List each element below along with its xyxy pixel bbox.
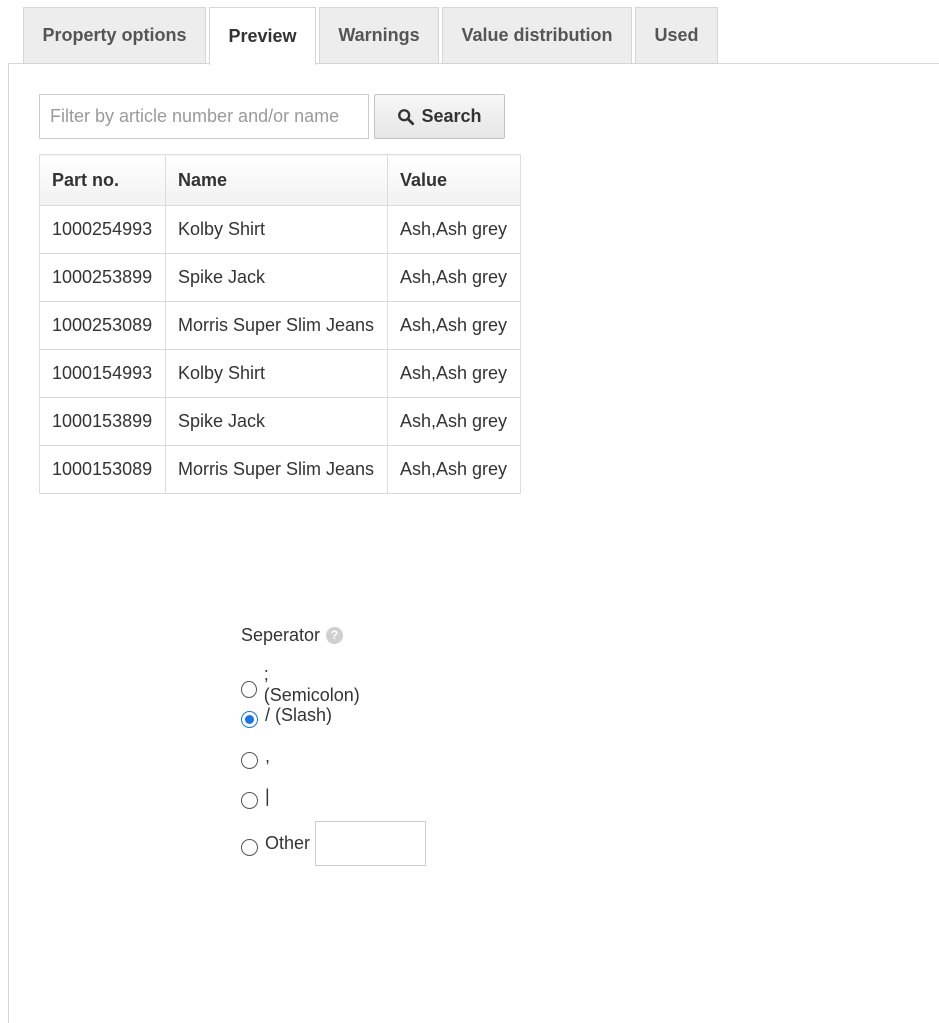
cell-name: Spike Jack [165,397,388,446]
cell-name: Spike Jack [165,253,388,302]
separator-option-semicolon[interactable]: ; (Semicolon) [241,664,361,706]
separator-group: Seperator ? ; (Semicolon) / (Slash) , | … [241,622,427,866]
separator-option-slash[interactable]: / (Slash) [241,705,332,728]
radio-other[interactable] [241,839,258,856]
cell-part-no: 1000254993 [39,205,166,254]
cell-part-no: 1000154993 [39,349,166,398]
tab-used[interactable]: Used [635,7,718,63]
search-button-label: Search [421,106,482,126]
radio-label-semicolon[interactable]: ; (Semicolon) [264,664,361,706]
cell-part-no: 1000153089 [39,445,166,494]
results-table: Part no. Name Value 1000254993 Kolby Shi… [39,154,521,494]
cell-value: Ash,Ash grey [387,205,521,254]
radio-comma[interactable] [241,752,258,769]
cell-value: Ash,Ash grey [387,301,521,350]
separator-label: Seperator [241,624,321,645]
tab-warnings[interactable]: Warnings [319,7,439,63]
question-icon[interactable]: ? [326,626,344,644]
tab-property-options[interactable]: Property options [23,7,206,63]
cell-name: Kolby Shirt [165,349,388,398]
other-separator-input[interactable] [315,821,427,866]
table-row[interactable]: 1000154993 Kolby Shirt Ash,Ash grey [39,349,521,398]
search-button[interactable]: Search [374,94,505,139]
table-row[interactable]: 1000253899 Spike Jack Ash,Ash grey [39,253,521,302]
separator-option-other[interactable]: Other [241,821,427,866]
cell-value: Ash,Ash grey [387,253,521,302]
separator-option-pipe[interactable]: | [241,786,270,809]
table-row[interactable]: 1000253089 Morris Super Slim Jeans Ash,A… [39,301,521,350]
column-header-part-no[interactable]: Part no. [39,154,166,206]
cell-name: Morris Super Slim Jeans [165,445,388,494]
table-row[interactable]: 1000153899 Spike Jack Ash,Ash grey [39,397,521,446]
radio-semicolon[interactable] [241,680,257,698]
cell-value: Ash,Ash grey [387,397,521,446]
column-header-value[interactable]: Value [387,154,521,206]
search-icon [398,108,415,125]
table-row[interactable]: 1000153089 Morris Super Slim Jeans Ash,A… [39,445,521,494]
radio-slash[interactable] [241,711,258,728]
cell-name: Morris Super Slim Jeans [165,301,388,350]
search-input[interactable] [39,94,369,139]
tab-value-distribution[interactable]: Value distribution [442,7,632,63]
column-header-name[interactable]: Name [165,154,388,206]
radio-label-comma[interactable]: , [265,746,270,767]
cell-value: Ash,Ash grey [387,445,521,494]
table-header-row: Part no. Name Value [39,154,521,206]
radio-pipe[interactable] [241,792,258,809]
cell-value: Ash,Ash grey [387,349,521,398]
radio-label-slash[interactable]: / (Slash) [265,705,332,726]
separator-label-row: Seperator ? [241,622,344,648]
cell-part-no: 1000153899 [39,397,166,446]
radio-label-pipe[interactable]: | [265,786,270,807]
cell-name: Kolby Shirt [165,205,388,254]
cell-part-no: 1000253899 [39,253,166,302]
cell-part-no: 1000253089 [39,301,166,350]
table-row[interactable]: 1000254993 Kolby Shirt Ash,Ash grey [39,205,521,254]
tab-preview[interactable]: Preview [209,7,316,65]
separator-option-comma[interactable]: , [241,746,270,769]
radio-label-other[interactable]: Other [265,833,310,854]
